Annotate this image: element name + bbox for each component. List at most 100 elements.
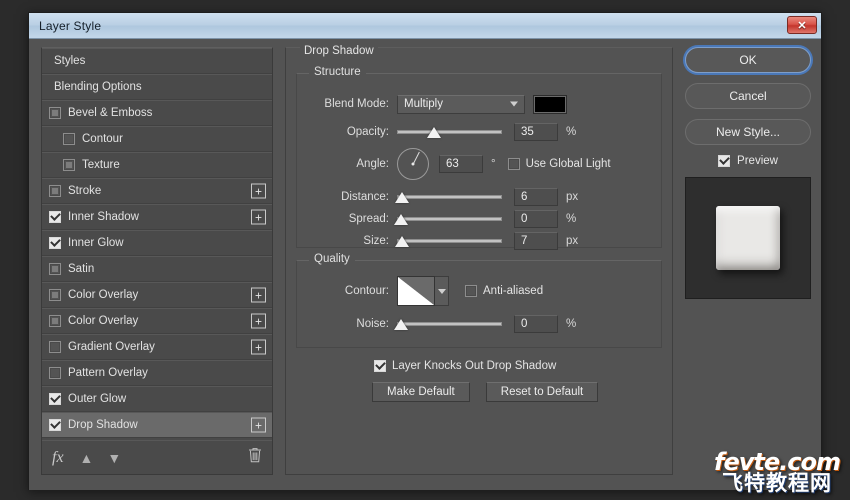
style-row-label: Styles xyxy=(54,55,86,67)
new-style-button[interactable]: New Style... xyxy=(685,119,811,145)
style-row-contour[interactable]: Contour xyxy=(42,126,272,152)
noise-slider-thumb[interactable] xyxy=(394,319,409,330)
spread-slider-track xyxy=(397,217,502,221)
distance-slider[interactable] xyxy=(395,190,502,204)
style-row-label: Contour xyxy=(82,133,123,145)
blend-mode-row: Blend Mode: Multiply xyxy=(311,94,651,114)
style-row-pattern-overlay[interactable]: Pattern Overlay xyxy=(42,360,272,386)
style-row-inner-glow[interactable]: Inner Glow xyxy=(42,230,272,256)
style-row-styles[interactable]: Styles xyxy=(42,48,272,74)
layer-knocks-out-box xyxy=(374,360,386,372)
style-row-inner-shadow[interactable]: Inner Shadow + xyxy=(42,204,272,230)
style-row-checkbox[interactable] xyxy=(49,341,61,353)
style-row-checkbox[interactable] xyxy=(49,367,61,379)
use-global-light-checkbox[interactable]: Use Global Light xyxy=(507,158,611,170)
style-row-checkbox[interactable] xyxy=(49,211,61,223)
noise-row: Noise: 0 % xyxy=(311,314,651,334)
style-row-label: Color Overlay xyxy=(68,315,139,327)
style-row-label: Texture xyxy=(82,159,120,171)
style-row-stroke[interactable]: Stroke + xyxy=(42,178,272,204)
blend-mode-value: Multiply xyxy=(404,98,443,110)
size-input[interactable]: 7 xyxy=(514,232,558,250)
drop-shadow-panel: Drop Shadow Structure Blend Mode: Multip… xyxy=(285,45,673,475)
style-row-drop-shadow[interactable]: Drop Shadow + xyxy=(42,412,272,438)
angle-input[interactable]: 63 xyxy=(439,155,483,173)
spread-slider-thumb[interactable] xyxy=(394,214,409,225)
style-row-checkbox[interactable] xyxy=(49,185,61,197)
noise-unit: % xyxy=(566,318,577,330)
layer-style-dialog: Layer Style ✕ Styles Blending Options Beve… xyxy=(28,12,822,490)
style-row-checkbox[interactable] xyxy=(49,289,61,301)
distance-input[interactable]: 6 xyxy=(514,188,558,206)
anti-aliased-box xyxy=(465,285,477,297)
panel-title: Drop Shadow xyxy=(300,45,378,57)
style-row-label: Drop Shadow xyxy=(68,419,138,431)
add-effect-icon[interactable]: + xyxy=(251,209,266,225)
close-icon[interactable]: ✕ xyxy=(787,16,817,34)
angle-dial[interactable] xyxy=(397,148,429,180)
style-row-color-overlay[interactable]: Color Overlay + xyxy=(42,282,272,308)
style-row-gradient-overlay[interactable]: Gradient Overlay + xyxy=(42,334,272,360)
layer-knocks-out-checkbox[interactable]: Layer Knocks Out Drop Shadow xyxy=(374,360,556,372)
contour-swatch[interactable] xyxy=(397,276,435,306)
add-effect-icon[interactable]: + xyxy=(251,183,266,199)
preview-shape xyxy=(716,206,780,270)
anti-aliased-checkbox[interactable]: Anti-aliased xyxy=(465,285,543,297)
styles-list[interactable]: Styles Blending Options Bevel & Emboss Cont… xyxy=(42,48,272,440)
use-global-light-label: Use Global Light xyxy=(525,158,611,170)
style-row-checkbox[interactable] xyxy=(49,393,61,405)
style-row-label: Pattern Overlay xyxy=(68,367,148,379)
style-row-label: Blending Options xyxy=(54,81,142,93)
size-slider[interactable] xyxy=(395,234,502,248)
style-row-satin[interactable]: Satin xyxy=(42,256,272,282)
style-row-checkbox[interactable] xyxy=(63,159,75,171)
style-row-color-overlay[interactable]: Color Overlay + xyxy=(42,308,272,334)
dialog-title: Layer Style xyxy=(39,18,102,33)
cancel-button[interactable]: Cancel xyxy=(685,83,811,109)
style-row-checkbox[interactable] xyxy=(49,419,61,431)
noise-slider[interactable] xyxy=(394,317,502,331)
style-row-checkbox[interactable] xyxy=(49,237,61,249)
style-row-blending-options[interactable]: Blending Options xyxy=(42,74,272,100)
add-effect-icon[interactable]: + xyxy=(251,417,266,433)
noise-input[interactable]: 0 xyxy=(514,315,558,333)
contour-picker[interactable] xyxy=(397,276,449,306)
delete-icon[interactable] xyxy=(248,447,262,468)
reset-to-default-button[interactable]: Reset to Default xyxy=(485,382,599,402)
spread-slider[interactable] xyxy=(394,212,502,226)
style-row-checkbox[interactable] xyxy=(63,133,75,145)
opacity-input[interactable]: 35 xyxy=(514,123,558,141)
desktop-background: Layer Style ✕ Styles Blending Options Beve… xyxy=(0,0,850,500)
style-row-bevel-emboss[interactable]: Bevel & Emboss xyxy=(42,100,272,126)
style-row-outer-glow[interactable]: Outer Glow xyxy=(42,386,272,412)
blend-mode-select[interactable]: Multiply xyxy=(397,94,525,114)
style-row-checkbox[interactable] xyxy=(49,315,61,327)
spread-input[interactable]: 0 xyxy=(514,210,558,228)
style-row-checkbox-wrap xyxy=(42,315,68,327)
add-effect-icon[interactable]: + xyxy=(251,313,266,329)
ok-button[interactable]: OK xyxy=(685,47,811,73)
size-slider-thumb[interactable] xyxy=(395,236,410,247)
style-row-texture[interactable]: Texture xyxy=(42,152,272,178)
style-row-label: Inner Shadow xyxy=(68,211,139,223)
add-effect-icon[interactable]: + xyxy=(251,339,266,355)
size-slider-track xyxy=(397,239,502,243)
dialog-titlebar[interactable]: Layer Style ✕ xyxy=(29,13,821,39)
opacity-slider[interactable] xyxy=(397,125,502,139)
preview-checkbox[interactable]: Preview xyxy=(685,155,811,167)
fx-icon[interactable]: fx xyxy=(52,449,64,467)
style-row-label: Satin xyxy=(68,263,95,275)
shadow-color-swatch[interactable] xyxy=(533,94,567,114)
add-effect-icon[interactable]: + xyxy=(251,287,266,303)
style-row-checkbox[interactable] xyxy=(49,107,61,119)
spread-row: Spread: 0 % xyxy=(311,209,651,229)
contour-dropdown-button[interactable] xyxy=(435,276,449,306)
move-up-icon[interactable]: ▲ xyxy=(80,450,94,466)
move-down-icon[interactable]: ▼ xyxy=(107,450,121,466)
size-label: Size: xyxy=(363,235,389,247)
opacity-slider-thumb[interactable] xyxy=(426,127,441,138)
make-default-button[interactable]: Make Default xyxy=(372,382,470,402)
distance-slider-thumb[interactable] xyxy=(395,192,410,203)
style-row-label: Outer Glow xyxy=(68,393,127,405)
style-row-checkbox[interactable] xyxy=(49,263,61,275)
